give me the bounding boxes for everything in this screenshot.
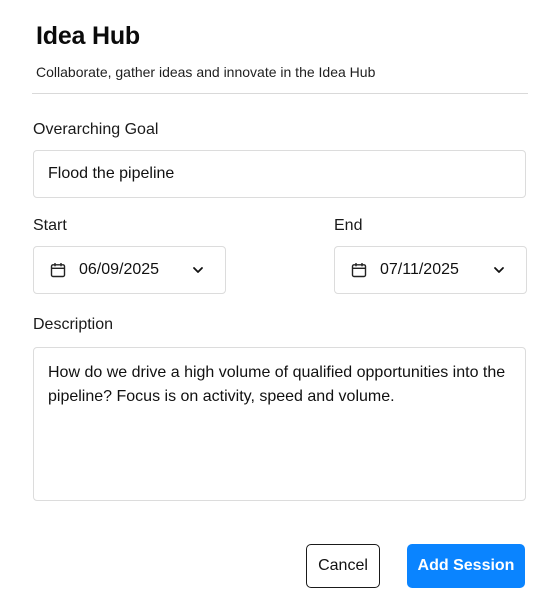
start-label: Start [33, 217, 67, 234]
description-value: How do we drive a high volume of qualifi… [48, 364, 506, 405]
idea-hub-dialog: Idea Hub Collaborate, gather ideas and i… [0, 0, 560, 611]
end-label: End [334, 217, 363, 234]
calendar-icon [351, 262, 367, 278]
end-date-picker[interactable]: 07/11/2025 [334, 246, 527, 294]
chevron-down-icon [191, 263, 205, 277]
goal-label: Overarching Goal [33, 121, 159, 138]
description-label: Description [33, 316, 114, 333]
goal-input[interactable]: Flood the pipeline [33, 150, 526, 198]
calendar-icon [50, 262, 66, 278]
start-date-value: 06/09/2025 [79, 261, 160, 278]
page-title: Idea Hub [36, 22, 140, 50]
goal-input-value: Flood the pipeline [48, 165, 175, 182]
add-session-button[interactable]: Add Session [407, 544, 525, 588]
cancel-button[interactable]: Cancel [306, 544, 380, 588]
description-textarea[interactable]: How do we drive a high volume of qualifi… [33, 347, 526, 501]
header-divider [32, 93, 528, 94]
start-date-picker[interactable]: 06/09/2025 [33, 246, 226, 294]
end-date-value: 07/11/2025 [380, 261, 459, 278]
page-subtitle: Collaborate, gather ideas and innovate i… [36, 64, 376, 80]
chevron-down-icon [492, 263, 506, 277]
